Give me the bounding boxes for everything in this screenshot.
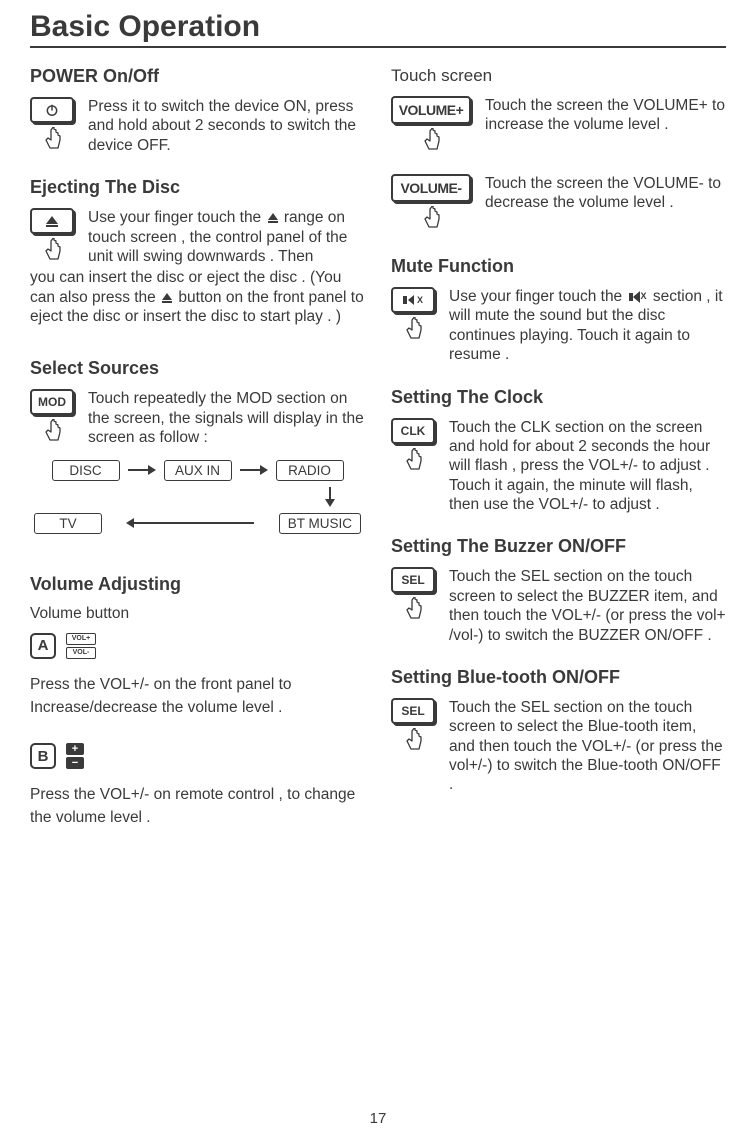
touch-finger-icon — [401, 728, 425, 756]
remote-plus-button[interactable]: + — [66, 743, 84, 755]
mod-button[interactable]: MOD — [30, 389, 74, 415]
arrow-down-icon — [325, 487, 335, 507]
buzzer-section: Setting The Buzzer ON/OFF SEL Touch the … — [391, 536, 726, 645]
arrow-left-icon — [126, 518, 254, 528]
eject-text-lower: you can insert the disc or eject the dis… — [30, 268, 365, 326]
volume-minus-button[interactable]: VOLUME- — [391, 174, 471, 202]
touch-title: Touch screen — [391, 66, 726, 86]
mute-title: Mute Function — [391, 256, 726, 277]
eject-inline-icon — [162, 293, 172, 303]
power-text: Press it to switch the device ON, press … — [88, 97, 365, 155]
volume-subtitle: Volume button — [30, 605, 365, 623]
volume-section: Volume Adjusting Volume button A VOL+ VO… — [30, 574, 365, 830]
sources-title: Select Sources — [30, 358, 365, 379]
flow-bt: BT MUSIC — [279, 513, 361, 534]
flow-radio: RADIO — [276, 460, 344, 481]
arrow-right-icon — [240, 465, 268, 475]
sel-button-bt[interactable]: SEL — [391, 698, 435, 724]
sources-text: Touch repeatedly the MOD section on the … — [88, 389, 365, 447]
vol-a-text: Press the VOL+/- on the front panel to I… — [30, 673, 365, 720]
mute-section: Mute Function X Use your finger touch th… — [391, 256, 726, 365]
flow-tv: TV — [34, 513, 102, 534]
touch-finger-icon — [40, 419, 64, 447]
badge-a: A — [30, 633, 56, 659]
power-section: POWER On/Off Press it to switch the devi… — [30, 66, 365, 155]
arrow-right-icon — [128, 465, 156, 475]
sources-section: Select Sources MOD Touch repeatedly the … — [30, 358, 365, 533]
eject-title: Ejecting The Disc — [30, 177, 365, 198]
eject-icon — [46, 216, 58, 227]
mute-button[interactable]: X — [391, 287, 435, 313]
clock-section: Setting The Clock CLK Touch the CLK sect… — [391, 387, 726, 515]
sel-button-buzzer[interactable]: SEL — [391, 567, 435, 593]
flow-disc: DISC — [52, 460, 120, 481]
source-flow-diagram: DISC AUX IN RADIO TV BT MUSIC — [30, 460, 365, 534]
power-icon — [45, 103, 59, 117]
left-column: POWER On/Off Press it to switch the devi… — [30, 66, 365, 852]
clock-text: Touch the CLK section on the screen and … — [449, 418, 726, 515]
buzzer-text: Touch the SEL section on the touch scree… — [449, 567, 726, 645]
eject-section: Ejecting The Disc Use your finger touch … — [30, 177, 365, 326]
bt-title: Setting Blue-tooth ON/OFF — [391, 667, 726, 688]
remote-minus-button[interactable]: − — [66, 757, 84, 769]
touch-finger-icon — [419, 128, 443, 156]
touch-finger-icon — [40, 127, 64, 155]
buzzer-title: Setting The Buzzer ON/OFF — [391, 536, 726, 557]
power-button[interactable] — [30, 97, 74, 123]
mute-text: Use your finger touch the X section , it… — [449, 287, 726, 365]
volume-plus-button[interactable]: VOLUME+ — [391, 96, 471, 124]
page-title: Basic Operation — [30, 10, 726, 48]
clock-title: Setting The Clock — [391, 387, 726, 408]
vol-plus-mini-button[interactable]: VOL+ — [66, 633, 96, 645]
eject-inline-icon — [268, 213, 278, 223]
bt-text: Touch the SEL section on the touch scree… — [449, 698, 726, 795]
touch-section: Touch screen VOLUME+ Touch the screen th… — [391, 66, 726, 234]
vol-plus-text: Touch the screen the VOLUME+ to increase… — [485, 96, 726, 135]
right-column: Touch screen VOLUME+ Touch the screen th… — [391, 66, 726, 852]
mute-icon: X — [403, 295, 423, 305]
bt-section: Setting Blue-tooth ON/OFF SEL Touch the … — [391, 667, 726, 795]
vol-b-text: Press the VOL+/- on remote control , to … — [30, 783, 365, 830]
clk-button[interactable]: CLK — [391, 418, 435, 444]
touch-finger-icon — [401, 317, 425, 345]
touch-finger-icon — [419, 206, 443, 234]
power-title: POWER On/Off — [30, 66, 365, 87]
touch-finger-icon — [401, 448, 425, 476]
touch-finger-icon — [401, 597, 425, 625]
touch-finger-icon — [40, 238, 64, 266]
vol-minus-mini-button[interactable]: VOL- — [66, 647, 96, 659]
mute-inline-icon: X — [629, 291, 647, 303]
volume-title: Volume Adjusting — [30, 574, 365, 595]
page-number: 17 — [370, 1110, 387, 1127]
eject-text-upper: Use your finger touch the range on touch… — [88, 208, 365, 266]
flow-aux: AUX IN — [164, 460, 232, 481]
vol-minus-text: Touch the screen the VOLUME- to decrease… — [485, 174, 726, 213]
badge-b: B — [30, 743, 56, 769]
eject-button[interactable] — [30, 208, 74, 234]
